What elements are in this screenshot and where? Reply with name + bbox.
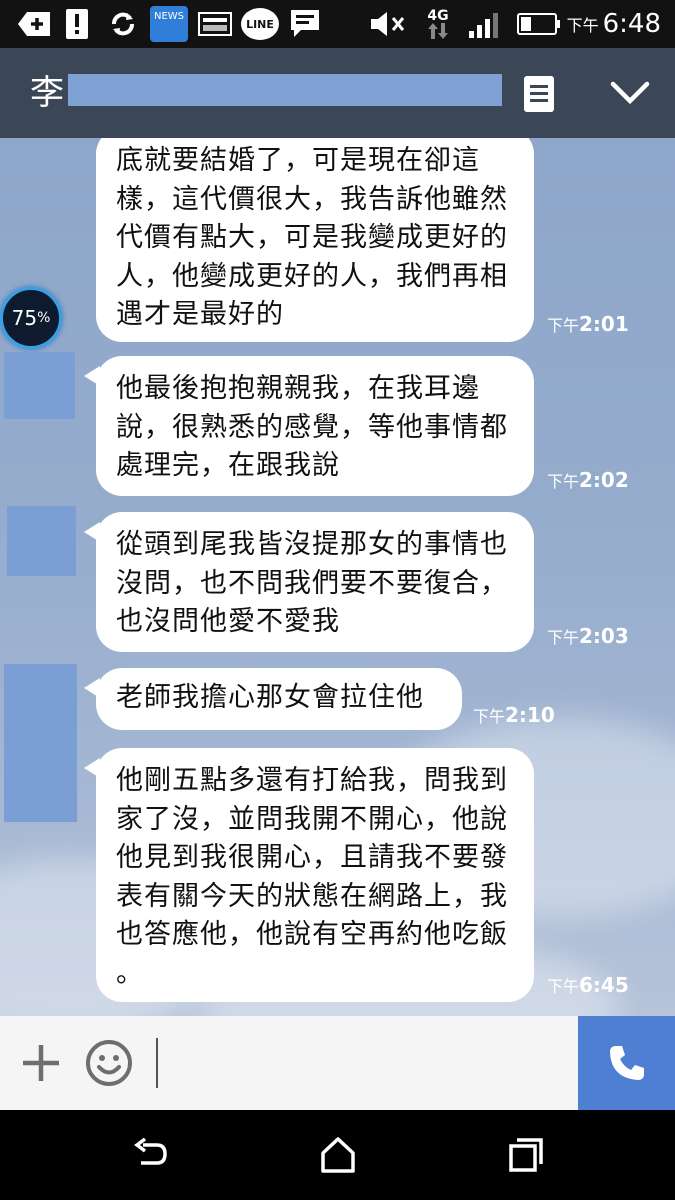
home-icon: [321, 1137, 355, 1173]
time-value: 2:03: [579, 624, 629, 648]
time-prefix: 下午: [547, 472, 580, 491]
message-bubble[interactable]: 他最後抱抱親親我，在我耳邊說，很熟悉的感覺，等他事情都處理完，在跟我說: [84, 356, 534, 496]
message-icon: [288, 8, 322, 40]
plus-icon: [23, 1045, 59, 1081]
time-value: 2:02: [579, 468, 629, 492]
news-icon: NEWS: [150, 6, 188, 42]
message-bubble[interactable]: 老師我擔心那女會拉住他: [84, 668, 462, 730]
progress-value: 75: [11, 306, 38, 330]
message-time: 下午2:01: [547, 312, 629, 336]
chat-area[interactable]: 底就要結婚了，可是現在卻這樣，這代價很大，我告訴他雖然代價有點大，可是我變成更好…: [0, 138, 675, 1016]
smiley-icon: [86, 1040, 132, 1086]
clock-time: 6:48: [602, 9, 661, 39]
message-time: 下午6:45: [547, 973, 629, 997]
time-value: 2:01: [579, 312, 629, 336]
add-icon: [16, 8, 52, 40]
network-4g-icon: 4G: [422, 8, 454, 40]
message-bubble[interactable]: 從頭到尾我皆沒提那女的事情也沒問，也不問我們要不要復合，也沒問他愛不愛我: [84, 512, 534, 652]
message-text: 他剛五點多還有打給我，問我到家了沒，並問我開不開心，他說他見到我很開心，且請我不…: [116, 765, 508, 989]
emoji-button[interactable]: [84, 1038, 134, 1088]
chat-header: 李: [0, 48, 675, 138]
line-icon: LINE: [240, 8, 280, 40]
status-bar: NEWS LINE 4G 下午 6:48: [0, 0, 675, 48]
line-label: LINE: [241, 8, 279, 40]
recent-apps-button[interactable]: [506, 1135, 546, 1175]
home-button[interactable]: [318, 1135, 358, 1175]
redacted-name-block: [68, 74, 502, 106]
avatar[interactable]: [4, 664, 77, 822]
alert-icon: [64, 8, 90, 40]
message-bubble[interactable]: 他剛五點多還有打給我，問我到家了沒，並問我開不開心，他說他見到我很開心，且請我不…: [84, 748, 534, 1002]
collapse-button[interactable]: [610, 78, 650, 108]
status-clock: 下午 6:48: [567, 8, 661, 40]
time-prefix: 下午: [473, 707, 506, 726]
mute-icon: [368, 8, 408, 40]
phone-icon: [609, 1046, 644, 1080]
message-bubble[interactable]: 底就要結婚了，可是現在卻這樣，這代價很大，我告訴他雖然代價有點大，可是我變成更好…: [96, 138, 534, 342]
note-button[interactable]: [524, 76, 554, 112]
news-label: NEWS: [150, 6, 188, 42]
note-icon: [524, 76, 554, 112]
add-attachment-button[interactable]: [20, 1042, 62, 1084]
sync-icon: [106, 8, 140, 40]
text-caret: [156, 1038, 158, 1088]
progress-overlay[interactable]: 75%: [0, 287, 62, 349]
message-input-bar: [0, 1016, 675, 1110]
message-text: 底就要結婚了，可是現在卻這樣，這代價很大，我告訴他雖然代價有點大，可是我變成更好…: [116, 145, 508, 330]
progress-unit: %: [37, 310, 51, 326]
message-time: 下午2:03: [547, 624, 629, 648]
battery-icon: [516, 8, 562, 40]
message-input[interactable]: [150, 1036, 570, 1090]
time-prefix: 下午: [547, 977, 580, 996]
chevron-down-icon: [610, 81, 650, 105]
network-label: 4G: [427, 8, 449, 24]
message-text: 他最後抱抱親親我，在我耳邊說，很熟悉的感覺，等他事情都處理完，在跟我說: [116, 373, 508, 481]
image-icon: [198, 8, 232, 40]
message-time: 下午2:10: [473, 703, 555, 727]
clock-prefix: 下午: [566, 16, 599, 35]
time-prefix: 下午: [547, 628, 580, 647]
avatar[interactable]: [7, 506, 76, 576]
signal-icon: [466, 8, 506, 40]
message-text: 從頭到尾我皆沒提那女的事情也沒問，也不問我們要不要復合，也沒問他愛不愛我: [116, 529, 508, 637]
navigation-bar: [0, 1110, 675, 1200]
message-text: 老師我擔心那女會拉住他: [116, 682, 424, 713]
recent-apps-icon: [509, 1138, 543, 1172]
back-icon: [134, 1137, 167, 1165]
call-button[interactable]: [578, 1016, 675, 1110]
message-time: 下午2:02: [547, 468, 629, 492]
back-button[interactable]: [131, 1135, 171, 1175]
avatar[interactable]: [4, 352, 75, 419]
contact-name[interactable]: 李: [30, 70, 64, 116]
time-value: 6:45: [579, 973, 629, 997]
time-prefix: 下午: [547, 316, 580, 335]
time-value: 2:10: [505, 703, 555, 727]
